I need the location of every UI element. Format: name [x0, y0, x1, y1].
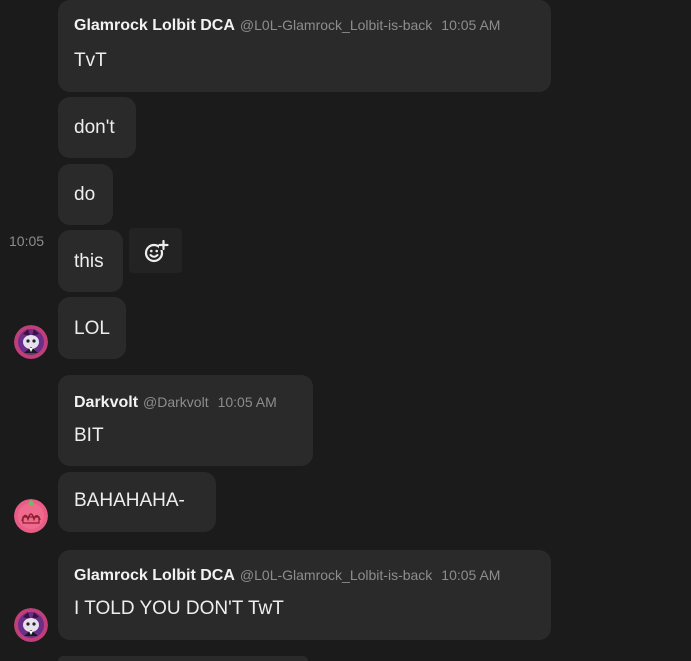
add-reaction-icon — [144, 239, 169, 262]
message-header: Darkvolt @Darkvolt 10:05 AM — [74, 394, 277, 412]
message-text: BIT — [74, 425, 104, 446]
message-text: do — [74, 184, 96, 205]
message-timestamp: 10:05 AM — [441, 17, 501, 33]
message-text: this — [74, 251, 104, 272]
add-reaction-button[interactable] — [129, 228, 182, 273]
author-handle[interactable]: @Darkvolt — [143, 394, 209, 410]
message-bubble[interactable]: this — [58, 230, 123, 292]
message-header: Glamrock Lolbit DCA @L0L-Glamrock_Lolbit-… — [74, 17, 500, 35]
message-header: Glamrock Lolbit DCA @L0L-Glamrock_Lolbit-… — [74, 567, 500, 585]
message-timestamp: 10:05 AM — [441, 567, 501, 583]
message-text: don't — [74, 117, 115, 138]
author-name[interactable]: Darkvolt — [74, 394, 138, 411]
message-bubble[interactable]: do — [58, 164, 113, 225]
author-handle[interactable]: @L0L-Glamrock_Lolbit-is-back — [240, 567, 432, 583]
message-bubble[interactable] — [58, 656, 308, 661]
message-bubble[interactable]: Glamrock Lolbit DCA @L0L-Glamrock_Lolbit-… — [58, 0, 551, 92]
message-timestamp: 10:05 AM — [217, 394, 277, 410]
message-bubble[interactable]: BAHAHAHA- — [58, 472, 216, 532]
darkvolt-avatar[interactable] — [14, 499, 48, 533]
hover-timestamp: 10:05 — [9, 233, 45, 249]
message-text: TvT — [74, 50, 107, 71]
lolbit-avatar[interactable] — [14, 608, 48, 642]
message-text: BAHAHAHA- — [74, 490, 185, 511]
author-name[interactable]: Glamrock Lolbit DCA — [74, 567, 235, 584]
message-bubble[interactable]: LOL — [58, 297, 126, 359]
author-name[interactable]: Glamrock Lolbit DCA — [74, 17, 235, 34]
message-text: I TOLD YOU DON'T TwT — [74, 598, 284, 619]
author-handle[interactable]: @L0L-Glamrock_Lolbit-is-back — [240, 17, 432, 33]
lolbit-avatar[interactable] — [14, 325, 48, 359]
message-bubble[interactable]: Glamrock Lolbit DCA @L0L-Glamrock_Lolbit-… — [58, 550, 551, 640]
message-bubble[interactable]: Darkvolt @Darkvolt 10:05 AM BIT — [58, 375, 313, 466]
message-bubble[interactable]: don't — [58, 97, 136, 158]
message-text: LOL — [74, 318, 110, 339]
